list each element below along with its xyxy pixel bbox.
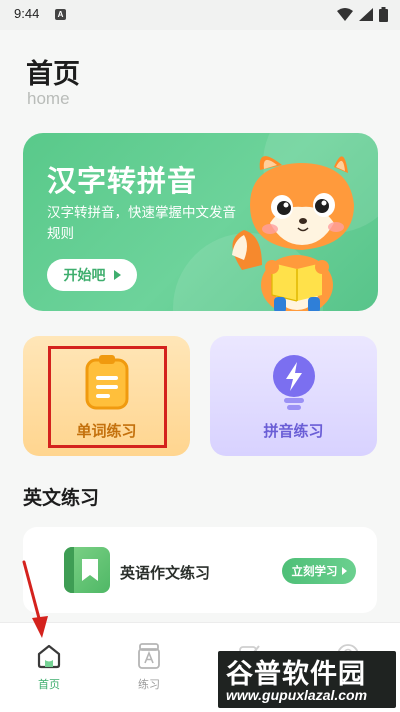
practice-icon bbox=[138, 643, 160, 669]
status-bar: 9:44 A bbox=[0, 0, 400, 30]
pinyin-practice-label: 拼音练习 bbox=[263, 422, 324, 440]
play-icon bbox=[341, 567, 347, 575]
english-essay-card[interactable]: 英语作文练习 立刻学习 bbox=[23, 527, 377, 613]
watermark-url: www.gupuxlazal.com bbox=[226, 687, 368, 703]
page-subtitle: home bbox=[27, 89, 70, 108]
play-icon bbox=[113, 270, 121, 280]
notepad-icon bbox=[85, 355, 128, 410]
start-button[interactable]: 开始吧 bbox=[47, 259, 137, 291]
status-icons bbox=[337, 7, 388, 22]
section-title-english: 英文练习 bbox=[23, 487, 100, 509]
study-now-button[interactable]: 立刻学习 bbox=[282, 558, 356, 584]
word-practice-card[interactable]: 单词练习 bbox=[23, 336, 190, 456]
watermark: 谷普软件园 www.gupuxlazal.com bbox=[218, 651, 396, 708]
banner-description: 汉字转拼音，快速掌握中文发音规则 bbox=[47, 205, 236, 242]
pinyin-banner[interactable]: 汉字转拼音 汉字转拼音，快速掌握中文发音规则 开始吧 bbox=[23, 133, 378, 311]
lightbulb-icon bbox=[272, 355, 315, 410]
word-practice-label: 单词练习 bbox=[76, 422, 137, 440]
book-icon bbox=[64, 547, 110, 593]
nav-home-label: 首页 bbox=[38, 678, 60, 691]
watermark-title: 谷普软件园 bbox=[226, 659, 366, 690]
wifi-icon bbox=[337, 8, 353, 21]
start-button-label: 开始吧 bbox=[63, 268, 106, 284]
nav-practice-label: 练习 bbox=[138, 678, 160, 691]
home-icon bbox=[37, 644, 61, 669]
nav-practice[interactable]: 练习 bbox=[109, 623, 189, 712]
annotation-arrow-icon bbox=[22, 560, 48, 638]
banner-title: 汉字转拼音 bbox=[47, 164, 198, 198]
fox-illustration bbox=[232, 156, 354, 311]
signal-icon bbox=[359, 8, 373, 21]
page-title: 首页 bbox=[26, 59, 80, 90]
pinyin-practice-card[interactable]: 拼音练习 bbox=[210, 336, 377, 456]
status-time: 9:44 bbox=[14, 6, 40, 21]
study-now-label: 立刻学习 bbox=[291, 564, 338, 578]
battery-icon bbox=[379, 7, 388, 22]
essay-title: 英语作文练习 bbox=[120, 564, 211, 582]
notification-icon: A bbox=[55, 9, 66, 20]
